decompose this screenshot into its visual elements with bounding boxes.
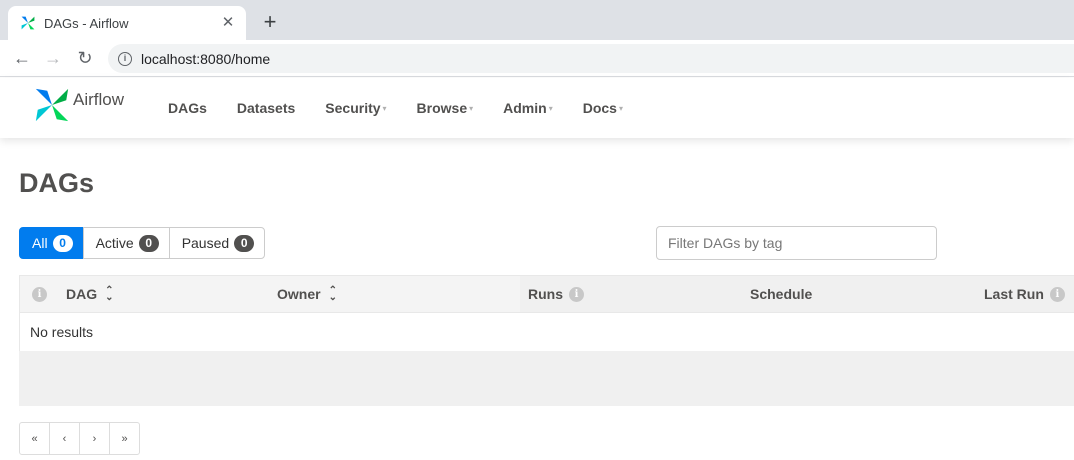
close-tab-icon[interactable]: ✕	[220, 15, 236, 31]
menu-security[interactable]: Security ▾	[325, 100, 386, 116]
url-text[interactable]: localhost:8080/home	[141, 51, 270, 67]
filter-paused-button[interactable]: Paused 0	[168, 227, 266, 259]
sort-icon[interactable]: ⌃ ⌄	[328, 286, 337, 303]
filter-paused-label: Paused	[181, 235, 230, 251]
pagination: « ‹ › »	[19, 422, 140, 455]
site-info-icon[interactable]: i	[118, 51, 132, 66]
page-title: DAGs	[19, 168, 95, 198]
no-results-text: No results	[30, 324, 94, 340]
table-header: i DAG ⌃ ⌄ Owner ⌃ ⌄ Runs i Schedule Last R…	[19, 275, 1074, 313]
airflow-favicon-icon	[20, 15, 36, 31]
sort-down-icon: ⌄	[105, 292, 114, 303]
column-schedule: Schedule	[750, 276, 812, 312]
column-runs-label: Runs	[528, 286, 563, 302]
column-owner-label: Owner	[277, 286, 321, 302]
caret-down-icon: ▾	[618, 103, 623, 113]
brand-link[interactable]: Airflow	[33, 86, 124, 124]
info-icon: i	[32, 286, 47, 302]
filter-all-button[interactable]: All 0	[19, 227, 84, 259]
browser-toolbar: ← → ↻ i localhost:8080/home	[0, 40, 1074, 77]
new-tab-icon[interactable]: +	[258, 10, 282, 34]
menu-docs[interactable]: Docs ▾	[583, 100, 623, 116]
menu-dags-label: DAGs	[168, 100, 207, 116]
caret-down-icon: ▾	[548, 103, 553, 113]
filter-active-label: Active	[95, 235, 134, 251]
filter-active-button[interactable]: Active 0	[82, 227, 170, 259]
info-icon[interactable]: i	[1049, 286, 1065, 302]
sort-icon[interactable]: ⌃ ⌄	[105, 286, 114, 303]
column-info[interactable]: i	[32, 276, 47, 312]
filter-paused-count: 0	[234, 234, 255, 252]
browser-tab[interactable]: DAGs - Airflow ✕	[8, 6, 246, 40]
status-filter-group: All 0 Active 0 Paused 0	[19, 227, 266, 259]
airflow-logo-icon	[35, 88, 69, 122]
tab-title: DAGs - Airflow	[44, 15, 129, 31]
browser-tab-strip: DAGs - Airflow ✕ +	[0, 0, 1074, 40]
filter-active-count: 0	[138, 234, 159, 252]
reload-icon[interactable]: ↻	[73, 46, 97, 70]
table-footer-band	[19, 351, 1074, 406]
column-dag-label: DAG	[66, 286, 98, 302]
page-last-button[interactable]: »	[109, 422, 140, 455]
page-next-button[interactable]: ›	[79, 422, 110, 455]
airflow-navbar: Airflow DAGs Datasets Security ▾ Browse ▾ …	[0, 78, 1074, 138]
caret-down-icon: ▾	[469, 103, 474, 113]
page-prev-button[interactable]: ‹	[49, 422, 80, 455]
column-last-run-label: Last Run	[984, 286, 1044, 302]
menu-datasets-label: Datasets	[236, 100, 296, 116]
menu-browse[interactable]: Browse ▾	[417, 100, 474, 116]
brand-name: Airflow	[73, 90, 125, 109]
menu-datasets[interactable]: Datasets	[237, 100, 295, 116]
page-first-button[interactable]: «	[19, 422, 50, 455]
menu-browse-label: Browse	[416, 100, 468, 116]
column-last-run: Last Run i	[984, 276, 1065, 312]
dag-table: i DAG ⌃ ⌄ Owner ⌃ ⌄ Runs i Schedule Last R…	[19, 275, 1074, 406]
info-icon[interactable]: i	[569, 286, 584, 302]
filter-all-label: All	[32, 235, 48, 251]
menu-admin-label: Admin	[503, 100, 547, 116]
tag-filter-input[interactable]	[656, 226, 937, 260]
back-arrow-icon[interactable]: ←	[10, 46, 34, 70]
forward-arrow-icon[interactable]: →	[41, 46, 65, 70]
column-dag[interactable]: DAG ⌃ ⌄	[66, 276, 114, 312]
menu-dags[interactable]: DAGs	[168, 100, 207, 116]
main-menu: DAGs Datasets Security ▾ Browse ▾ Admin ▾ D…	[168, 78, 653, 138]
sort-down-icon: ⌄	[328, 292, 337, 303]
menu-admin[interactable]: Admin ▾	[503, 100, 553, 116]
menu-security-label: Security	[325, 100, 381, 116]
address-bar[interactable]: i localhost:8080/home	[108, 44, 1074, 73]
column-runs: Runs i	[528, 276, 584, 312]
column-schedule-label: Schedule	[750, 286, 813, 302]
table-row: No results	[19, 313, 1074, 351]
menu-docs-label: Docs	[582, 100, 617, 116]
filter-all-count: 0	[52, 234, 73, 252]
caret-down-icon: ▾	[382, 103, 387, 113]
column-owner[interactable]: Owner ⌃ ⌄	[277, 276, 337, 312]
